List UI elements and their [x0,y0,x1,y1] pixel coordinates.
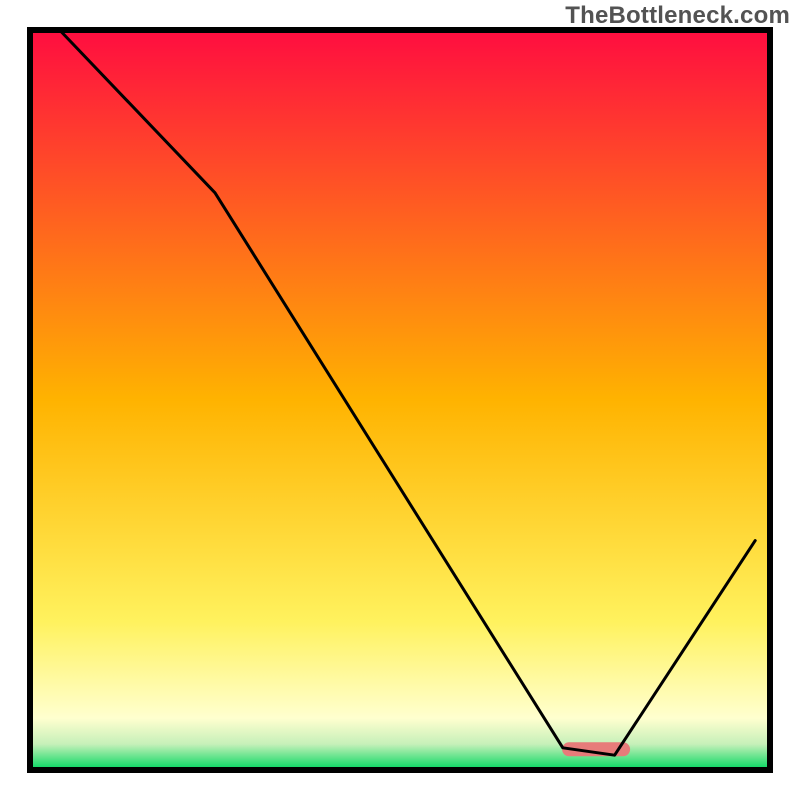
bottleneck-chart [0,0,800,800]
chart-container: TheBottleneck.com [0,0,800,800]
gradient-background [30,30,770,770]
watermark-label: TheBottleneck.com [565,2,790,30]
